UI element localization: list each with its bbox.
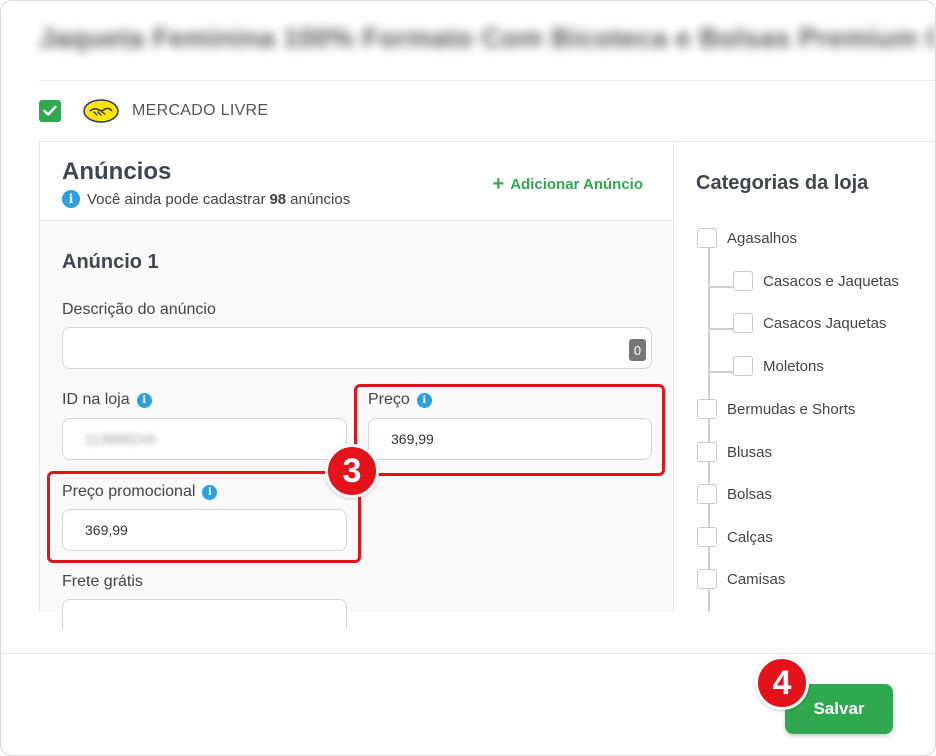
add-ad-label: Adicionar Anúncio [510, 176, 643, 193]
category-label: Calças [727, 528, 773, 546]
tree-line [708, 248, 710, 612]
marketplace-row: MERCADO LIVRE [39, 97, 268, 125]
store-id-value: 1138882X8 [85, 431, 156, 447]
category-item[interactable]: Casacos Jaquetas [733, 313, 886, 333]
category-label: Blusas [727, 443, 773, 461]
step-4-badge: 4 [755, 656, 809, 710]
category-checkbox[interactable] [697, 527, 717, 547]
info-icon[interactable]: i [136, 392, 152, 408]
category-label: Camisas [727, 570, 786, 588]
footer-divider [1, 653, 935, 654]
char-counter: 0 [629, 339, 646, 361]
info-icon: i [62, 190, 80, 208]
category-checkbox[interactable] [697, 228, 717, 248]
category-checkbox[interactable] [697, 484, 717, 504]
category-checkbox[interactable] [733, 356, 753, 376]
category-checkbox[interactable] [697, 569, 717, 589]
categories-title: Categorias da loja [696, 172, 869, 194]
category-label: Bermudas e Shorts [727, 400, 856, 418]
description-label: Descrição do anúncio [62, 301, 216, 319]
marketplace-name: MERCADO LIVRE [132, 102, 269, 119]
store-id-label: ID na loja i [62, 391, 152, 409]
category-item[interactable]: Casacos e Jaquetas [733, 271, 899, 291]
category-label: Bolsas [727, 485, 773, 503]
add-ad-button[interactable]: + Adicionar Anúncio [493, 173, 643, 196]
price-highlight [354, 384, 665, 476]
category-item[interactable]: Camisas [697, 569, 785, 589]
divider [39, 80, 935, 81]
marketplace-checkbox[interactable] [39, 100, 61, 122]
store-id-label-text: ID na loja [62, 391, 130, 408]
description-label-text: Descrição do anúncio [62, 301, 216, 318]
plus-icon: + [492, 173, 505, 195]
category-item[interactable]: Blusas [697, 442, 772, 462]
store-id-input[interactable]: 1138882X8 [62, 418, 347, 460]
category-item[interactable]: Bermudas e Shorts [697, 399, 855, 419]
category-label: Casacos e Jaquetas [763, 272, 899, 290]
ads-title: Anúncios [62, 158, 172, 185]
category-item[interactable]: Bolsas [697, 484, 772, 504]
modal-window: Jaqueta Feminina 100% Formato Com Bicote… [0, 0, 936, 756]
tree-branch [708, 328, 734, 330]
category-checkbox[interactable] [697, 399, 717, 419]
step-3-badge: 3 [325, 444, 379, 498]
category-item[interactable]: Agasalhos [697, 228, 797, 248]
promo-price-highlight [47, 471, 361, 563]
remaining-suffix: anúncios [290, 190, 351, 208]
free-shipping-label: Frete grátis [62, 573, 143, 591]
free-shipping-label-text: Frete grátis [62, 573, 143, 590]
product-title: Jaqueta Feminina 100% Formato Com Bicote… [39, 23, 935, 53]
description-input[interactable]: 0 [62, 327, 652, 369]
categories-panel: Categorias da loja Agasalhos Casacos e J… [673, 141, 935, 612]
tree-branch [708, 371, 734, 373]
ads-remaining-note: i Você ainda pode cadastrar 98 anúncios [62, 190, 350, 208]
category-label: Moletons [763, 357, 824, 375]
category-label: Casacos Jaquetas [763, 314, 887, 332]
remaining-prefix: Você ainda pode cadastrar [87, 190, 266, 208]
ad-heading: Anúncio 1 [62, 251, 159, 273]
category-label: Agasalhos [727, 229, 798, 247]
mercado-livre-logo-icon [83, 99, 119, 123]
category-checkbox[interactable] [733, 271, 753, 291]
check-icon [43, 105, 57, 116]
category-checkbox[interactable] [697, 442, 717, 462]
remaining-count: 98 [269, 190, 287, 208]
category-checkbox[interactable] [733, 313, 753, 333]
category-item[interactable]: Moletons [733, 356, 824, 376]
category-item[interactable]: Calças [697, 527, 773, 547]
free-shipping-select[interactable] [62, 599, 347, 629]
tree-branch [708, 286, 734, 288]
